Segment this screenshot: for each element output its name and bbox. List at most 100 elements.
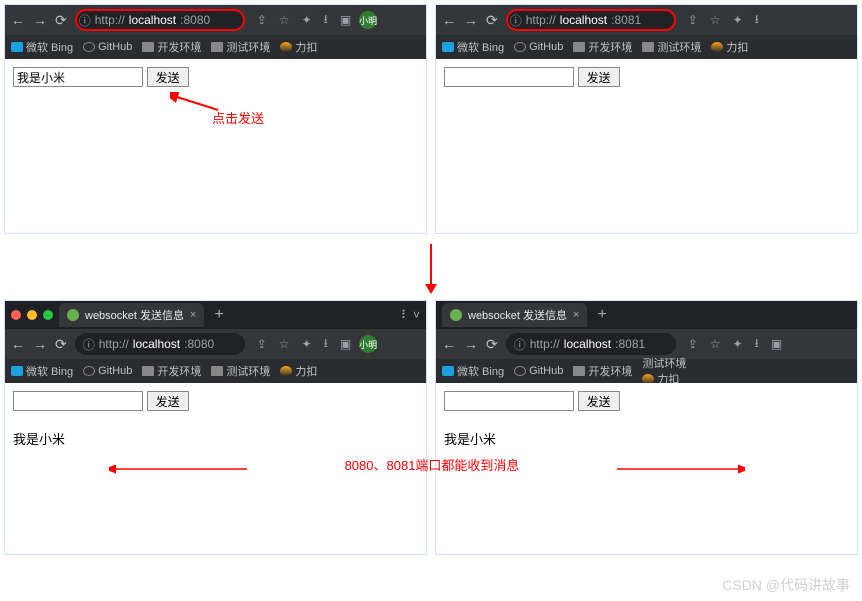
url-bar[interactable]: ⓘ http://localhost:8080 — [75, 333, 245, 355]
download-icon[interactable]: ⭳ — [755, 10, 759, 31]
back-icon[interactable]: ← — [11, 336, 25, 352]
reload-icon[interactable]: ⟳ — [55, 12, 67, 29]
forward-icon[interactable]: → — [33, 12, 47, 28]
traffic-lights[interactable] — [11, 310, 53, 320]
bookmark-dev[interactable]: 开发环境 — [142, 363, 201, 379]
share-icon[interactable]: ⇪ — [257, 13, 267, 27]
browser-tab[interactable]: websocket 发送信息 × — [442, 303, 587, 327]
new-tab-icon[interactable]: + — [214, 306, 223, 324]
bing-icon — [11, 366, 23, 376]
extensions-icon[interactable]: ✦ — [733, 13, 743, 27]
annotation-click-send: 点击发送 — [212, 108, 264, 127]
sidepanel-icon[interactable]: ▣ — [771, 337, 782, 351]
forward-icon[interactable]: → — [33, 336, 47, 352]
page-content: 发送 — [436, 59, 857, 233]
url-bar[interactable]: ⓘ http://localhost:8080 — [75, 9, 245, 31]
leetcode-icon — [711, 42, 723, 52]
download-icon[interactable]: ⭳ — [755, 334, 759, 355]
bookmark-test[interactable]: 测试环境 — [211, 363, 270, 379]
sidepanel-icon[interactable]: ▣ — [340, 337, 351, 351]
bookmark-github[interactable]: GitHub — [83, 365, 132, 377]
send-button[interactable]: 发送 — [147, 391, 189, 411]
send-button[interactable]: 发送 — [578, 67, 620, 87]
url-bar[interactable]: ⓘ http://localhost:8081 — [506, 9, 676, 31]
bookmark-lk[interactable]: 力扣 — [711, 39, 748, 55]
close-tab-icon[interactable]: × — [190, 309, 196, 321]
download-icon[interactable]: ⭳ — [324, 334, 328, 355]
url-port: :8081 — [615, 337, 645, 351]
bookmarks-bar: 微软 Bing GitHub 开发环境 测试环境 力扣 — [436, 35, 857, 59]
browser-window-bottom-left: websocket 发送信息× + ⠇ ˅ ← → ⟳ ⓘ http://loc… — [4, 300, 427, 555]
bookmark-dev[interactable]: 开发环境 — [573, 363, 632, 379]
bookmark-test[interactable]: 测试环境 — [211, 39, 270, 55]
star-icon[interactable]: ☆ — [710, 337, 721, 351]
extensions-icon[interactable]: ✦ — [302, 337, 312, 351]
received-message: 我是小米 — [444, 429, 849, 448]
folder-icon — [142, 42, 154, 52]
share-icon[interactable]: ⇪ — [688, 13, 698, 27]
favicon-icon — [450, 309, 462, 321]
back-icon[interactable]: ← — [11, 12, 25, 28]
send-button[interactable]: 发送 — [578, 391, 620, 411]
star-icon[interactable]: ☆ — [279, 337, 290, 351]
message-input[interactable] — [444, 391, 574, 411]
bookmark-lk[interactable]: 力扣 — [280, 363, 317, 379]
bookmark-dev[interactable]: 开发环境 — [573, 39, 632, 55]
flow-arrow-down — [0, 238, 862, 296]
profile-avatar[interactable]: 小明 — [359, 11, 377, 29]
extensions-icon[interactable]: ✦ — [733, 337, 743, 351]
bookmark-github[interactable]: GitHub — [83, 41, 132, 53]
reload-icon[interactable]: ⟳ — [55, 336, 67, 353]
bookmark-github[interactable]: GitHub — [514, 365, 563, 377]
bookmarks-bar: 微软 Bing GitHub 开发环境 测试环境 力扣 — [5, 35, 426, 59]
bookmark-bing[interactable]: 微软 Bing — [11, 363, 73, 379]
browser-window-top-right: ← → ⟳ ⓘ http://localhost:8081 ⇪ ☆ ✦ ⭳ 微软… — [435, 4, 858, 234]
bookmark-bing[interactable]: 微软 Bing — [11, 39, 73, 55]
github-icon — [83, 42, 95, 52]
sidepanel-icon[interactable]: ▣ — [340, 13, 351, 27]
back-icon[interactable]: ← — [442, 336, 456, 352]
bing-icon — [11, 42, 23, 52]
bookmark-test[interactable]: 测试环境 — [642, 39, 701, 55]
download-icon[interactable]: ⭳ — [324, 10, 328, 31]
folder-icon — [573, 366, 585, 376]
share-icon[interactable]: ⇪ — [688, 337, 698, 351]
browser-tab[interactable]: websocket 发送信息× — [59, 303, 204, 327]
star-icon[interactable]: ☆ — [710, 13, 721, 27]
message-input[interactable] — [13, 67, 143, 87]
url-host: localhost — [564, 337, 611, 351]
reload-icon[interactable]: ⟳ — [486, 12, 498, 29]
favicon-icon — [67, 309, 79, 321]
new-tab-icon[interactable]: + — [597, 306, 606, 324]
bookmark-bing[interactable]: 微软 Bing — [442, 363, 504, 379]
tab-title: websocket 发送信息 — [468, 307, 567, 323]
send-button[interactable]: 发送 — [147, 67, 189, 87]
message-input[interactable] — [13, 391, 143, 411]
forward-icon[interactable]: → — [464, 336, 478, 352]
window-expand-icon[interactable]: ⠇ ˅ — [401, 308, 420, 322]
leetcode-icon — [280, 42, 292, 52]
url-scheme: http:// — [99, 337, 129, 351]
bookmark-bing[interactable]: 微软 Bing — [442, 39, 504, 55]
url-bar[interactable]: ⓘ http://localhost:8081 — [506, 333, 676, 355]
share-icon[interactable]: ⇪ — [257, 337, 267, 351]
github-icon — [83, 366, 95, 376]
info-icon: ⓘ — [79, 12, 91, 29]
bookmark-dev[interactable]: 开发环境 — [142, 39, 201, 55]
bookmark-github[interactable]: GitHub — [514, 41, 563, 53]
message-input[interactable] — [444, 67, 574, 87]
address-bar: ← → ⟳ ⓘ http://localhost:8080 ⇪ ☆ ✦ ⭳ ▣ … — [5, 329, 426, 359]
url-port: :8081 — [611, 13, 641, 27]
close-tab-icon[interactable]: × — [573, 309, 579, 321]
extensions-icon[interactable]: ✦ — [302, 13, 312, 27]
watermark: CSDN @代码讲故事 — [722, 575, 850, 595]
bookmark-lk[interactable]: 力扣 — [280, 39, 317, 55]
back-icon[interactable]: ← — [442, 12, 456, 28]
star-icon[interactable]: ☆ — [279, 13, 290, 27]
profile-avatar[interactable]: 小明 — [359, 335, 377, 353]
reload-icon[interactable]: ⟳ — [486, 336, 498, 353]
github-icon — [514, 42, 526, 52]
forward-icon[interactable]: → — [464, 12, 478, 28]
url-scheme: http:// — [95, 13, 125, 27]
bing-icon — [442, 366, 454, 376]
